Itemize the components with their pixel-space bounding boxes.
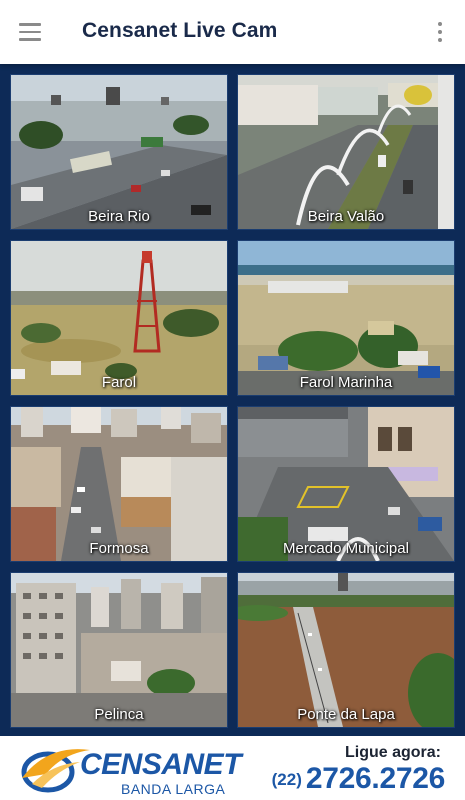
camera-label: Beira Valão [307,208,385,225]
camera-label: Farol [101,374,137,391]
camera-label: Formosa [89,540,149,557]
camera-thumbnail-beira-valao [238,75,454,229]
camera-label: Farol Marinha [299,374,393,391]
camera-tile-farol[interactable]: Farol [10,240,228,396]
brand-tagline: BANDA LARGA [121,781,226,797]
camera-tile-formosa[interactable]: Formosa [10,406,228,562]
camera-label: Mercado Municipal [283,540,409,557]
footer-banner[interactable]: CENSANET BANDA LARGA Ligue agora: (22) 27… [0,736,465,800]
camera-tile-beira-rio[interactable]: Beira Rio [10,74,228,230]
camera-thumbnail-pelinca [11,573,227,727]
hamburger-menu-icon[interactable] [12,14,48,50]
camera-thumbnail-ponte-da-lapa [238,573,454,727]
brand-name: CENSANET [80,748,242,781]
phone-area-code: (22) [271,770,302,789]
camera-grid: Beira Rio Beira Valão Farol Farol Marinh… [0,64,465,736]
camera-thumbnail-formosa [11,407,227,561]
camera-label: Beira Rio [88,208,150,225]
camera-thumbnail-beira-rio [11,75,227,229]
camera-tile-mercado-municipal[interactable]: Mercado Municipal [237,406,455,562]
call-to-action-label: Ligue agora: [344,744,441,761]
more-vert-icon[interactable] [426,16,454,48]
camera-tile-beira-valao[interactable]: Beira Valão [237,74,455,230]
camera-tile-farol-marinha[interactable]: Farol Marinha [237,240,455,396]
phone-digits: 2726.2726 [305,762,445,795]
camera-label: Pelinca [94,706,144,723]
camera-thumbnail-farol [11,241,227,395]
camera-thumbnail-mercado-municipal [238,407,454,561]
camera-label: Ponte da Lapa [297,706,395,723]
camera-tile-ponte-da-lapa[interactable]: Ponte da Lapa [237,572,455,728]
phone-number[interactable]: (22) 2726.2726 [271,762,446,796]
camera-thumbnail-farol-marinha [238,241,454,395]
app-title: Censanet Live Cam [82,19,278,42]
app-bar: Censanet Live Cam [0,0,465,64]
camera-tile-pelinca[interactable]: Pelinca [10,572,228,728]
